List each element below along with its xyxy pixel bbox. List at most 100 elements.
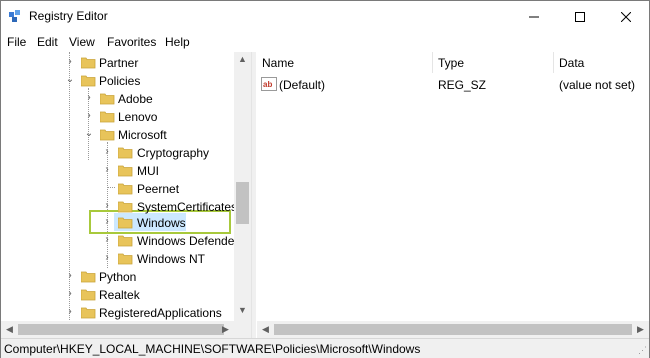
folder-icon [81, 271, 96, 283]
close-button[interactable] [603, 1, 649, 32]
svg-text:ab: ab [263, 80, 272, 89]
column-header-type[interactable]: Type [433, 52, 554, 73]
chevron-down-icon[interactable]: ⌄ [84, 128, 94, 140]
key-path: Computer\HKEY_LOCAL_MACHINE\SOFTWARE\Pol… [4, 342, 421, 356]
folder-icon [118, 165, 133, 177]
value-data: (value not set) [559, 78, 636, 92]
tree-item-windows-defender[interactable]: › Windows Defender [1, 232, 238, 250]
scroll-right-arrow-icon[interactable]: ▶ [632, 324, 649, 335]
folder-icon [100, 111, 115, 123]
title-bar[interactable]: Registry Editor [1, 1, 649, 32]
scroll-up-arrow-icon[interactable]: ▲ [234, 54, 251, 64]
registry-editor-window: Registry Editor File Edit View Favorites… [0, 0, 650, 358]
chevron-right-icon[interactable]: › [84, 110, 94, 122]
tree-item-label: Peernet [137, 182, 180, 196]
scrollbar-thumb[interactable] [236, 182, 249, 224]
column-header-data[interactable]: Data [554, 52, 649, 73]
tree-item-label: Lenovo [118, 110, 158, 124]
tree-item-label: Partner [99, 56, 139, 70]
column-header-name[interactable]: Name [257, 52, 433, 73]
scrollbar-thumb[interactable] [18, 324, 224, 335]
folder-open-icon [100, 129, 115, 141]
folder-icon [118, 235, 133, 247]
minimize-button[interactable] [511, 1, 557, 32]
folder-icon [100, 93, 115, 105]
value-name: (Default) [279, 78, 326, 92]
tree-item-label: Windows [137, 216, 186, 230]
tree-item-windows[interactable]: › Windows [1, 214, 234, 232]
folder-icon [118, 217, 133, 229]
chevron-right-icon[interactable]: › [102, 252, 112, 264]
chevron-right-icon[interactable]: › [102, 216, 112, 228]
chevron-right-icon[interactable]: › [102, 234, 112, 246]
tree-item-label: Policies [99, 74, 141, 88]
tree-item-label: Cryptography [137, 146, 210, 160]
key-tree[interactable]: › Partner ⌄ Policies › Adobe › Lenovo ⌄ … [1, 52, 251, 338]
tree-item-label: Adobe [118, 92, 153, 106]
menu-favorites[interactable]: Favorites [107, 35, 156, 49]
chevron-right-icon[interactable]: › [65, 270, 75, 282]
menu-view[interactable]: View [69, 35, 95, 49]
folder-icon [118, 183, 133, 195]
folder-icon [81, 57, 96, 69]
tree-item-policies[interactable]: ⌄ Policies [1, 72, 234, 90]
folder-icon [118, 201, 133, 213]
folder-icon [118, 253, 133, 265]
chevron-right-icon[interactable]: › [65, 306, 75, 318]
tree-item-realtek[interactable]: › Realtek [1, 286, 234, 304]
chevron-right-icon[interactable]: › [102, 200, 112, 212]
tree-item-label: MUI [137, 164, 159, 178]
menu-file[interactable]: File [7, 35, 26, 49]
menu-bar: File Edit View Favorites Help [1, 32, 649, 52]
tree-item-python[interactable]: › Python [1, 268, 234, 286]
maximize-icon [575, 11, 585, 22]
scrollbar-thumb[interactable] [274, 324, 632, 335]
menu-edit[interactable]: Edit [37, 35, 58, 49]
value-type: REG_SZ [438, 78, 487, 92]
tree-item-label: Python [99, 270, 137, 284]
values-list[interactable]: Name Type Data ab (Default) REG_SZ (valu… [257, 52, 649, 338]
window-title: Registry Editor [29, 9, 108, 23]
menu-help[interactable]: Help [165, 35, 190, 49]
tree-item-peernet[interactable]: Peernet [1, 180, 234, 198]
string-value-icon: ab [261, 77, 277, 91]
tree-item-label: Realtek [99, 288, 140, 302]
chevron-right-icon[interactable]: › [102, 146, 112, 158]
maximize-button[interactable] [557, 1, 603, 32]
tree-item-label: Microsoft [118, 128, 167, 142]
chevron-down-icon[interactable]: ⌄ [65, 74, 75, 86]
status-bar: Computer\HKEY_LOCAL_MACHINE\SOFTWARE\Pol… [1, 338, 649, 358]
minimize-icon [529, 16, 539, 17]
tree-item-label: RegisteredApplications [99, 306, 222, 320]
tree-item-windows-nt[interactable]: › Windows NT [1, 250, 234, 268]
tree-item-registeredapplications[interactable]: › RegisteredApplications [1, 304, 234, 322]
tree-item-label: Windows Defender [137, 234, 239, 248]
chevron-right-icon[interactable]: › [65, 288, 75, 300]
chevron-right-icon[interactable]: › [65, 56, 75, 68]
resize-grip-icon[interactable]: ⋰ [638, 345, 647, 356]
scroll-left-arrow-icon[interactable]: ◀ [1, 324, 18, 335]
tree-item-label: Windows NT [137, 252, 206, 266]
pane-splitter[interactable] [251, 52, 256, 338]
tree-item-adobe[interactable]: › Adobe [1, 90, 234, 108]
values-horizontal-scrollbar[interactable]: ◀ ▶ [257, 321, 649, 338]
close-icon [621, 11, 631, 22]
registry-editor-icon [9, 10, 20, 22]
tree-item-label: SystemCertificates [137, 200, 238, 214]
scroll-right-arrow-icon[interactable]: ▶ [217, 324, 234, 335]
tree-item-lenovo[interactable]: › Lenovo [1, 108, 234, 126]
scroll-down-arrow-icon[interactable]: ▼ [234, 305, 251, 315]
chevron-right-icon[interactable]: › [84, 92, 94, 104]
tree-item-microsoft[interactable]: ⌄ Microsoft [1, 126, 234, 144]
tree-item-cryptography[interactable]: › Cryptography [1, 144, 234, 162]
scroll-left-arrow-icon[interactable]: ◀ [257, 324, 274, 335]
folder-icon [118, 147, 133, 159]
tree-item-mui[interactable]: › MUI [1, 162, 234, 180]
tree-horizontal-scrollbar[interactable]: ◀ ▶ [1, 321, 251, 338]
folder-open-icon [81, 75, 96, 87]
tree-item-partner[interactable]: › Partner [1, 54, 234, 72]
tree-vertical-scrollbar[interactable]: ▲ ▼ [234, 52, 251, 321]
folder-icon [81, 307, 96, 319]
value-row[interactable]: ab (Default) REG_SZ (value not set) [257, 76, 649, 94]
chevron-right-icon[interactable]: › [102, 164, 112, 176]
